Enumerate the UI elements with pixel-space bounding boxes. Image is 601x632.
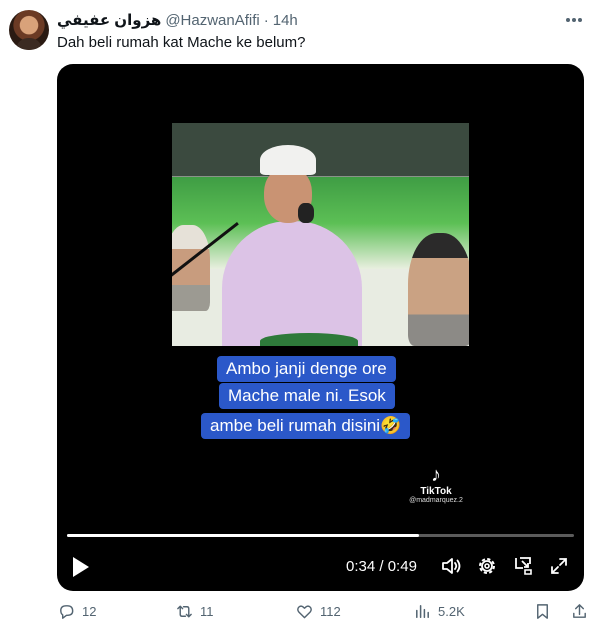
- share-button[interactable]: [570, 596, 589, 626]
- tiktok-icon: ♪: [431, 464, 441, 486]
- volume-icon: [442, 558, 461, 574]
- user-handle[interactable]: @HazwanAfifi: [165, 12, 259, 29]
- avatar[interactable]: [9, 10, 49, 50]
- timestamp[interactable]: 14h: [273, 12, 298, 29]
- tweet-text: Dah beli rumah kat Mache ke belum?: [57, 34, 306, 51]
- bookmark-icon: [537, 603, 548, 619]
- fullscreen-button[interactable]: [548, 555, 570, 577]
- tiktok-label: TikTok: [420, 486, 452, 497]
- current-time: 0:34: [346, 558, 376, 575]
- settings-button[interactable]: [476, 555, 498, 577]
- more-options-button[interactable]: [563, 9, 585, 31]
- analytics-icon: [416, 604, 429, 618]
- podium: [260, 333, 358, 346]
- video-frame: [172, 123, 469, 346]
- tiktok-watermark: ♪ TikTok @madmarquez.2: [401, 464, 471, 504]
- tweet-actions: 12 11 112 5.2K: [0, 596, 601, 626]
- settings-icon: [479, 558, 495, 574]
- share-icon: [573, 603, 586, 618]
- separator-dot: ·: [263, 11, 269, 29]
- views-button[interactable]: 5.2K: [413, 596, 465, 626]
- bookmark-button[interactable]: [533, 596, 552, 626]
- like-count: 112: [320, 603, 341, 619]
- video-caption: Ambo janji denge ore: [217, 356, 396, 382]
- retweet-icon: [177, 605, 192, 617]
- time-readout: 0:34 / 0:49: [346, 558, 417, 575]
- reply-button[interactable]: 12: [57, 596, 96, 626]
- fullscreen-icon: [551, 558, 567, 574]
- microphone: [298, 203, 314, 223]
- retweet-count: 11: [200, 603, 214, 619]
- video-caption: ambe beli rumah disini🤣: [201, 413, 411, 439]
- progress-bar[interactable]: [67, 534, 574, 537]
- duration: 0:49: [387, 558, 417, 575]
- reply-icon: [60, 604, 74, 619]
- retweet-button[interactable]: 11: [175, 596, 214, 626]
- tweet: هزوان عفيفي @HazwanAfifi · 14h Dah beli …: [0, 0, 601, 632]
- reply-count: 12: [82, 603, 97, 619]
- tiktok-handle: @madmarquez.2: [409, 497, 463, 504]
- like-button[interactable]: 112: [295, 596, 341, 626]
- video-player[interactable]: Ambo janji denge ore Mache male ni. Esok…: [57, 64, 584, 591]
- banner-face-right: [408, 233, 469, 346]
- picture-in-picture-button[interactable]: [512, 555, 534, 577]
- heart-icon: [297, 604, 312, 618]
- tweet-header: هزوان عفيفي @HazwanAfifi · 14h: [57, 10, 298, 30]
- view-count: 5.2K: [438, 603, 465, 619]
- video-speaker: [212, 145, 402, 346]
- time-separator: /: [379, 558, 384, 575]
- more-icon: [565, 18, 570, 22]
- pip-icon: [515, 557, 532, 575]
- play-icon: [73, 557, 89, 577]
- progress-fill: [67, 534, 419, 537]
- display-name[interactable]: هزوان عفيفي: [57, 11, 161, 29]
- volume-button[interactable]: [440, 555, 462, 577]
- play-button[interactable]: [71, 555, 91, 579]
- video-caption: Mache male ni. Esok: [219, 383, 395, 409]
